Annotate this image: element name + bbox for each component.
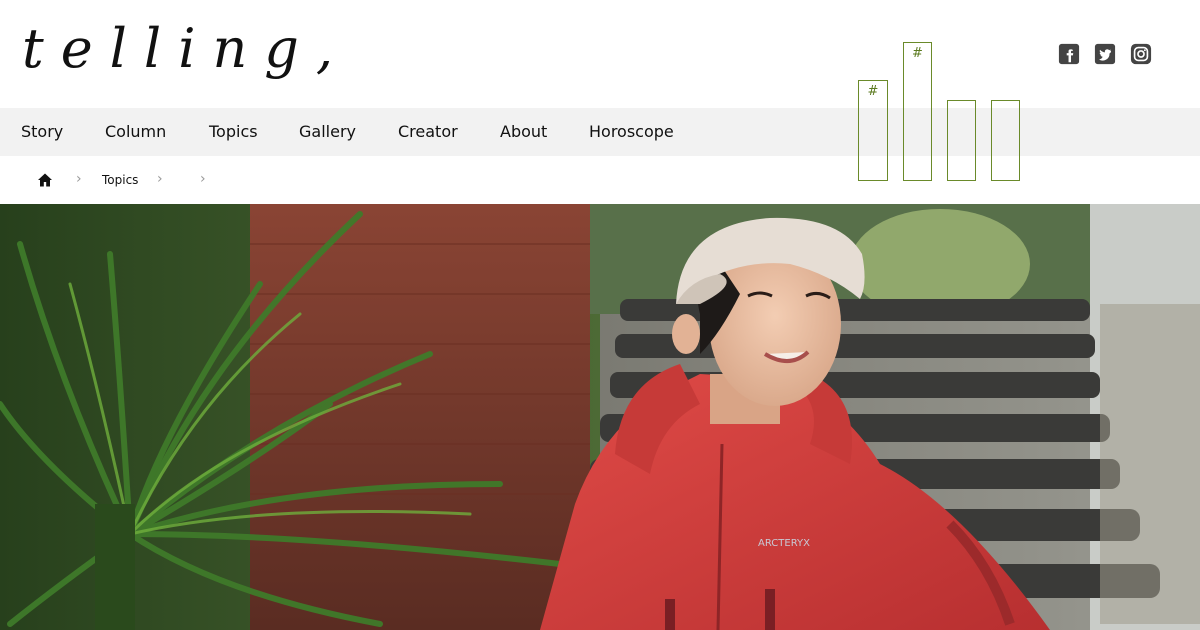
nav-item-column[interactable]: Column <box>105 122 166 141</box>
breadcrumb-topics[interactable]: Topics <box>102 173 138 187</box>
hero-image: ARCTERYX <box>0 204 1200 630</box>
main-nav: Story Column Topics Gallery Creator Abou… <box>0 108 1200 156</box>
jacket-logo: ARCTERYX <box>758 538 810 549</box>
breadcrumb-separator: › <box>157 171 163 187</box>
home-icon[interactable] <box>37 172 53 188</box>
hero-photo: ARCTERYX <box>0 204 1200 630</box>
hashtag-tile[interactable]: # <box>903 42 932 181</box>
nav-item-about[interactable]: About <box>500 122 547 141</box>
hashtag-tile[interactable]: # <box>991 100 1020 181</box>
breadcrumb: › Topics › › <box>0 156 1200 204</box>
nav-item-gallery[interactable]: Gallery <box>299 122 356 141</box>
hashtag-tile[interactable]: # <box>947 100 976 181</box>
facebook-icon[interactable] <box>1058 43 1080 65</box>
social-links <box>1058 43 1152 65</box>
nav-item-horoscope[interactable]: Horoscope <box>589 122 674 141</box>
site-logo[interactable]: telling, <box>22 22 350 76</box>
nav-item-topics[interactable]: Topics <box>209 122 258 141</box>
twitter-icon[interactable] <box>1094 43 1116 65</box>
breadcrumb-separator: › <box>76 171 82 187</box>
nav-item-creator[interactable]: Creator <box>398 122 458 141</box>
nav-item-story[interactable]: Story <box>21 122 63 141</box>
instagram-icon[interactable] <box>1130 43 1152 65</box>
site-header: telling, <box>0 0 1200 108</box>
breadcrumb-separator: › <box>200 171 206 187</box>
hashtag-tile[interactable]: # <box>858 80 888 181</box>
